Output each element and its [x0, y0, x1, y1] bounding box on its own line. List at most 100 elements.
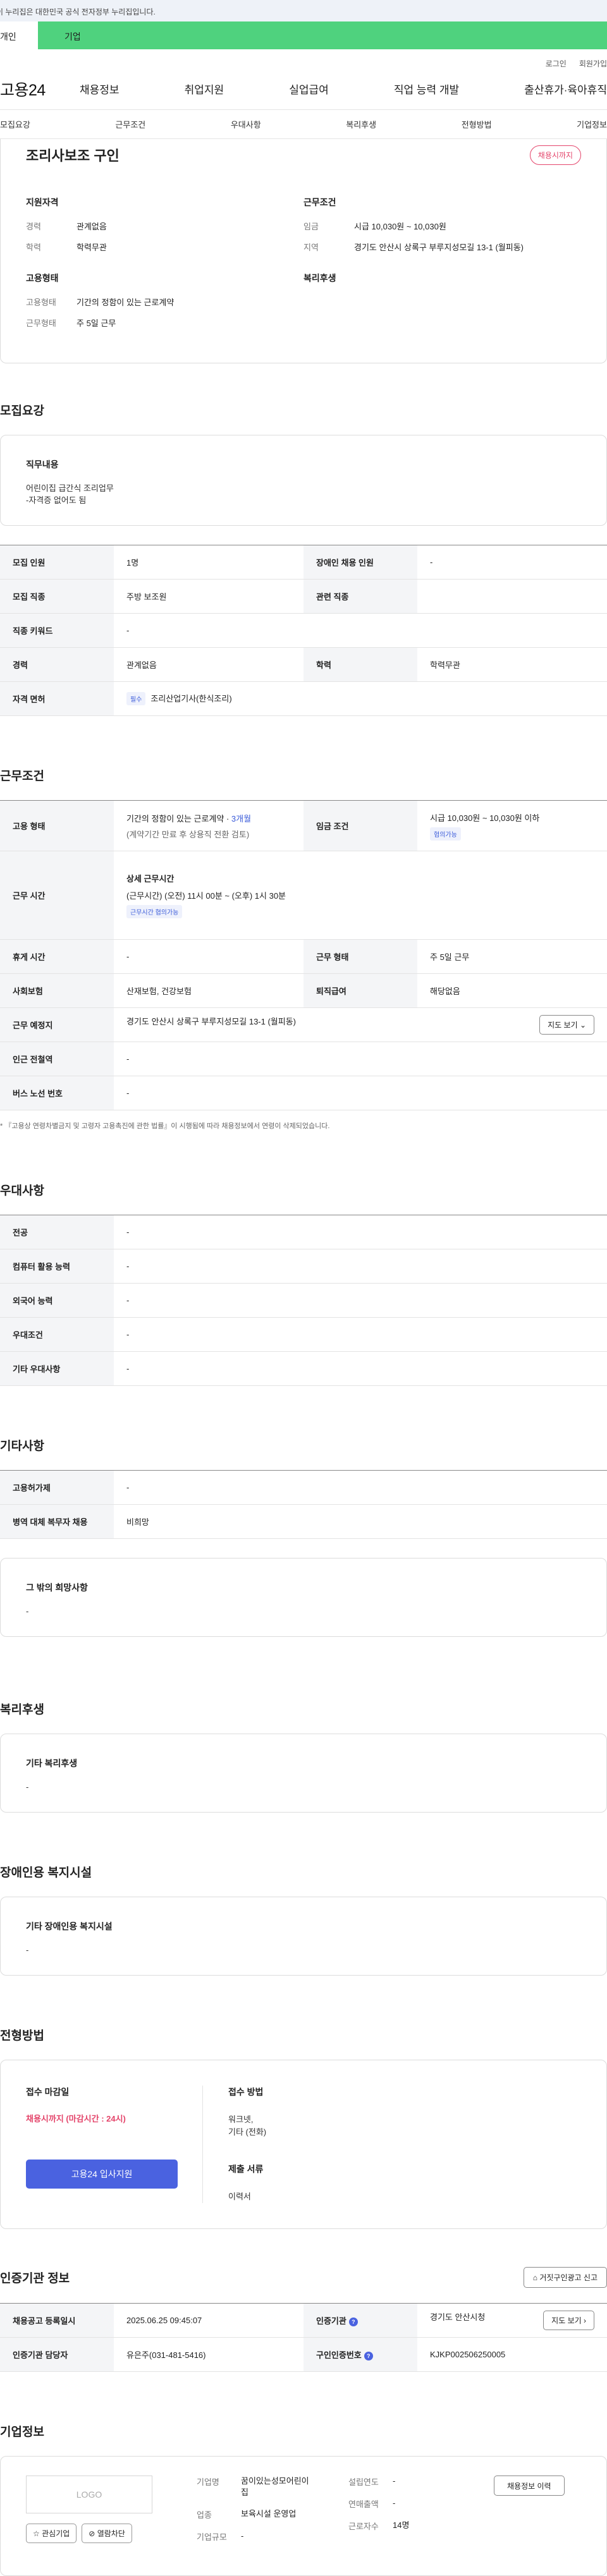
table-row: 근무 예정지 경기도 안산시 상록구 부루지성모길 13-1 (월피동) 지도 …	[0, 1007, 607, 1042]
anchor-selection[interactable]: 전형방법	[462, 118, 492, 130]
other-wishes-box: 그 밖의 희망사항 -	[0, 1558, 607, 1637]
duty-title: 직무내용	[26, 459, 59, 470]
table-header-cell: 인근 전철역	[0, 1042, 114, 1076]
table-row: 모집 인원 1명 장애인 채용 인원 -	[0, 545, 607, 580]
contract-note: (계약기간 만료 후 상용직 전환 검토)	[126, 829, 250, 839]
summary-value: 주 5일 근무	[77, 319, 116, 328]
table-cell	[417, 579, 607, 614]
company-logo: LOGO	[26, 2476, 152, 2513]
anchor-preference[interactable]: 우대사항	[231, 118, 261, 130]
anchor-welfare[interactable]: 복리후생	[346, 118, 376, 130]
table-cell: 해당없음	[417, 973, 607, 1008]
summary-value: 기간의 정함이 있는 근로계약	[77, 298, 175, 307]
block-button[interactable]: ⊘ 열람차단	[82, 2524, 132, 2543]
table-cell: -	[114, 1351, 607, 1386]
table-cell: -	[114, 1215, 607, 1249]
table-cell: 유은주(031-481-5416)	[114, 2337, 304, 2372]
table-header-cell: 경력	[0, 647, 114, 682]
table-row: 모집 직종 주방 보조원 관련 직종	[0, 579, 607, 614]
table-cell: 시급 10,030원 ~ 10,030원 이하 협의가능	[417, 800, 607, 851]
table-header-cell: 근무 형태	[304, 939, 417, 974]
map-button[interactable]: 지도 보기 ⌄	[539, 1015, 594, 1035]
job-summary-card: 조리사보조 구인 채용시까지 지원자격 경력 관계없음 학력 학력무관 고용형태 고…	[0, 139, 607, 363]
summary-value: 학력무관	[77, 243, 107, 252]
info-icon[interactable]: ?	[348, 2317, 358, 2326]
cert-table: 채용공고 등록일시 2025.06.25 09:45:07 인증기관? 경기도 …	[0, 2303, 607, 2372]
company-label: 업종	[197, 2510, 212, 2520]
table-cell: 학력무관	[417, 647, 607, 682]
qualifications-heading: 지원자격	[26, 197, 59, 207]
join-link[interactable]: 회원가입	[579, 58, 607, 69]
work-heading: 근무조건	[0, 770, 44, 783]
prefer-heading: 우대사항	[0, 1184, 44, 1198]
table-header-cell: 고용허가제	[0, 1470, 114, 1505]
anchor-conditions[interactable]: 근무조건	[115, 118, 145, 130]
table-row: 전공 -	[0, 1215, 607, 1249]
table-header-cell: 학력	[304, 647, 417, 682]
table-row: 경력 관계없음 학력 학력무관	[0, 647, 607, 682]
gnb-jobs[interactable]: 채용정보	[80, 81, 120, 97]
method-value: 워크넷, 기타 (전화)	[228, 2115, 267, 2137]
report-button-label: 거짓구인광고 신고	[539, 2273, 598, 2282]
chevron-right-icon: ›	[584, 2316, 586, 2325]
welfare-box-title: 기타 복리후생	[26, 1758, 78, 1768]
table-cell: 관계없음	[114, 647, 304, 682]
summary-value: 시급 10,030원 ~ 10,030원	[354, 222, 446, 231]
deadline-label: 접수 마감일	[26, 2087, 70, 2097]
gnb-unemployment-benefit[interactable]: 실업급여	[289, 81, 329, 97]
table-row: 병역 대체 복무자 채용 비희망	[0, 1504, 607, 1539]
status-badge: 채용시까지	[529, 145, 581, 165]
gov-banner-text: 이 누리집은 대한민국 공식 전자정부 누리집입니다.	[0, 8, 156, 16]
site-logo[interactable]: 고용24	[0, 78, 80, 100]
gnb-employment-support[interactable]: 취업지원	[185, 81, 224, 97]
info-icon[interactable]: ?	[364, 2351, 373, 2360]
table-cell: 비희망	[114, 1504, 607, 1539]
login-link[interactable]: 로그인	[546, 58, 567, 69]
tab-corporate[interactable]: 기업	[38, 21, 114, 49]
company-heading: 기업정보	[0, 2426, 44, 2439]
disabled-heading: 장애인용 복지시설	[0, 1866, 92, 1880]
table-row: 자격 면허 필수 조리산업기사(한식조리)	[0, 681, 607, 716]
history-button[interactable]: 채용정보 이력	[494, 2476, 565, 2496]
summary-label: 고용형태	[26, 298, 56, 307]
employment-heading: 고용형태	[26, 273, 59, 283]
table-row: 컴퓨터 활용 능력 -	[0, 1249, 607, 1284]
block-icon: ⊘	[89, 2529, 95, 2538]
top-tabs: 개인 기업	[0, 21, 607, 49]
table-cell: 기간의 정함이 있는 근로계약 · 3개월 (계약기간 만료 후 상용직 전환 …	[114, 800, 304, 851]
table-header-cell: 관련 직종	[304, 579, 417, 614]
apply-heading: 전형방법	[0, 2029, 44, 2043]
summary-value: 경기도 안산시 상록구 부루지성모길 13-1 (월피동)	[354, 243, 524, 252]
table-cell: -	[114, 1470, 607, 1505]
anchor-company[interactable]: 기업정보	[577, 118, 607, 130]
table-row: 채용공고 등록일시 2025.06.25 09:45:07 인증기관? 경기도 …	[0, 2303, 607, 2338]
summary-label: 근무형태	[26, 319, 56, 328]
anchor-recruit[interactable]: 모집요강	[0, 118, 30, 130]
company-label: 근로자수	[348, 2522, 379, 2531]
work-location: 경기도 안산시 상록구 부루지성모길 13-1 (월피동)	[126, 1017, 297, 1026]
favorite-button[interactable]: ☆ 관심기업	[26, 2524, 77, 2543]
table-cell: 2025.06.25 09:45:07	[114, 2303, 304, 2338]
cert-agency-label: 인증기관	[316, 2316, 346, 2326]
table-header-cell: 컴퓨터 활용 능력	[0, 1249, 114, 1284]
apply-box: 접수 마감일 채용시까지 (마감시간 : 24시) 고용24 입사지원 접수 방…	[0, 2060, 607, 2229]
table-header-cell: 인증기관 담당자	[0, 2337, 114, 2372]
gnb-skill-dev[interactable]: 직업 능력 개발	[394, 81, 459, 97]
tab-personal[interactable]: 개인	[0, 21, 38, 49]
report-button[interactable]: ⌂ 거짓구인광고 신고	[523, 2267, 607, 2288]
gnb-parental-leave[interactable]: 출산휴가·육아휴직	[524, 81, 607, 97]
license-value: 조리산업기사(한식조리)	[150, 694, 232, 703]
duty-box: 직무내용 어린이집 급간식 조리업무 -자격증 없어도 됨	[0, 435, 607, 526]
apply-button[interactable]: 고용24 입사지원	[26, 2160, 178, 2189]
other-wishes-text: -	[26, 1607, 29, 1616]
cert-map-label: 지도 보기	[551, 2316, 582, 2325]
table-header-cell: 근무 시간	[0, 851, 114, 940]
table-row: 인증기관 담당자 유은주(031-481-5416) 구인인증번호? KJKP0…	[0, 2337, 607, 2372]
table-row: 고용허가제 -	[0, 1470, 607, 1505]
table-cell: 필수 조리산업기사(한식조리)	[114, 681, 607, 716]
favorite-label: 관심기업	[42, 2529, 70, 2538]
table-cell: -	[114, 1317, 607, 1352]
cert-map-button[interactable]: 지도 보기 ›	[543, 2311, 594, 2330]
company-staff: 14명	[393, 2520, 410, 2530]
table-header-cell: 휴게 시간	[0, 939, 114, 974]
